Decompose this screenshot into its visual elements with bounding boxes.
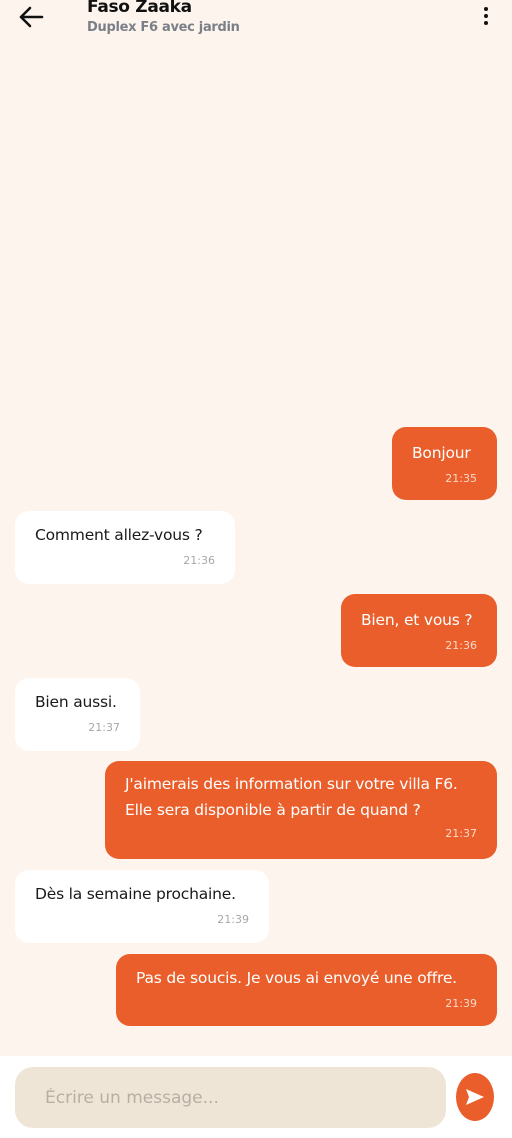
message-bubble-sent: Bonjour 21:35 bbox=[392, 427, 497, 500]
message-text: Bonjour bbox=[412, 444, 471, 462]
arrow-left-icon bbox=[19, 6, 44, 28]
message-text: Bien aussi. bbox=[35, 693, 117, 711]
message-time: 21:39 bbox=[445, 997, 477, 1010]
message-time: 21:39 bbox=[217, 913, 249, 926]
message-bubble-received: Dès la semaine prochaine. 21:39 bbox=[15, 870, 269, 943]
chat-title: Faso Zaaka bbox=[87, 0, 192, 17]
message-text: J'aimerais des information sur votre vil… bbox=[125, 775, 458, 819]
more-options-button[interactable] bbox=[474, 2, 498, 30]
back-button[interactable] bbox=[14, 2, 48, 32]
message-bubble-received: Comment allez-vous ? 21:36 bbox=[15, 511, 235, 584]
more-vertical-icon-dot bbox=[484, 14, 488, 18]
message-time: 21:37 bbox=[88, 721, 120, 734]
send-button[interactable] bbox=[456, 1073, 494, 1121]
message-time: 21:36 bbox=[183, 554, 215, 567]
message-composer bbox=[0, 1056, 512, 1138]
message-input[interactable] bbox=[15, 1067, 446, 1128]
message-bubble-sent: Pas de soucis. Je vous ai envoyé une off… bbox=[116, 954, 497, 1026]
message-time: 21:35 bbox=[445, 472, 477, 485]
message-text: Pas de soucis. Je vous ai envoyé une off… bbox=[136, 969, 457, 987]
chat-header: Faso Zaaka Duplex F6 avec jardin bbox=[0, 0, 512, 56]
message-time: 21:36 bbox=[445, 639, 477, 652]
chat-subtitle: Duplex F6 avec jardin bbox=[87, 20, 240, 35]
more-vertical-icon-dot bbox=[484, 21, 488, 25]
message-time: 21:37 bbox=[445, 827, 477, 840]
message-text: Dès la semaine prochaine. bbox=[35, 885, 236, 903]
message-bubble-received: Bien aussi. 21:37 bbox=[15, 678, 140, 751]
message-text: Bien, et vous ? bbox=[361, 611, 473, 629]
chat-title-block: Faso Zaaka Duplex F6 avec jardin bbox=[87, 0, 240, 37]
message-bubble-sent: J'aimerais des information sur votre vil… bbox=[105, 761, 497, 859]
message-bubble-sent: Bien, et vous ? 21:36 bbox=[341, 594, 497, 667]
send-icon bbox=[466, 1089, 484, 1105]
message-text: Comment allez-vous ? bbox=[35, 526, 203, 544]
more-vertical-icon bbox=[484, 7, 488, 11]
